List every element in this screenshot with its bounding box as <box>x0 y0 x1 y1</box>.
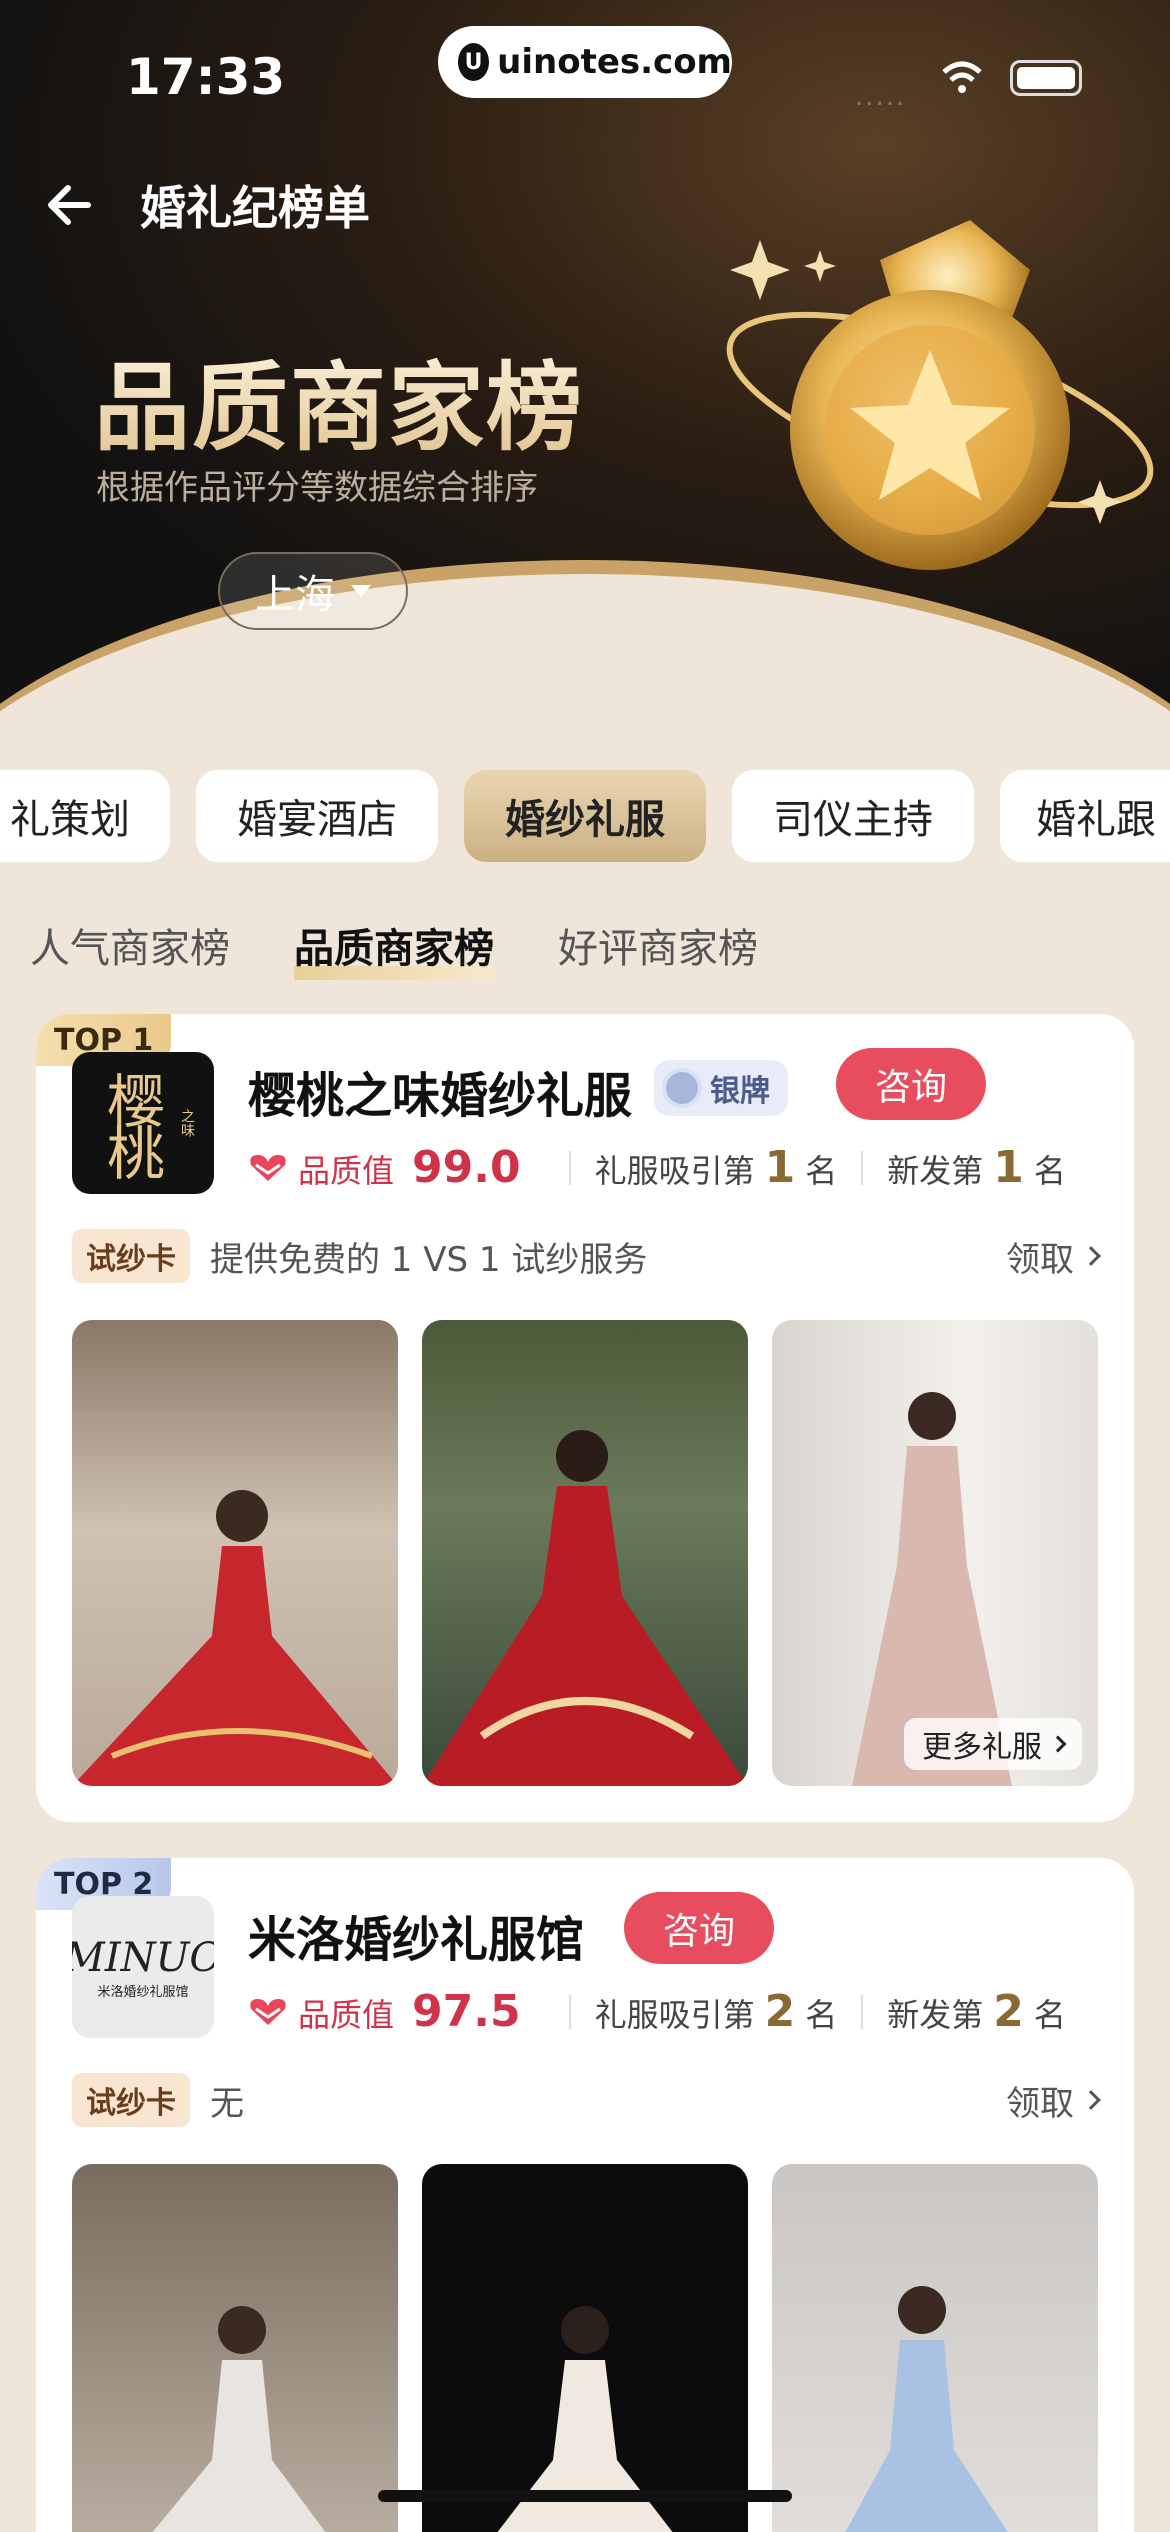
dress-photo[interactable] <box>422 2164 748 2532</box>
logo-small-text: 之味 <box>179 1109 195 1137</box>
new-suffix: 名 <box>1033 1996 1066 2034</box>
city-selector[interactable]: 上海 <box>218 552 408 630</box>
dress-photos: 更多礼服 <box>72 1320 1098 1786</box>
status-bar: 17:33 U uinotes.com ..... <box>0 0 1170 150</box>
nav-bar: 婚礼纪榜单 <box>40 170 370 240</box>
claim-label: 领取 <box>1006 2083 1074 2124</box>
silver-medal-icon <box>662 1068 702 1108</box>
merchant-logo: MINUO 米洛婚纱礼服馆 <box>72 1896 214 2038</box>
dress-photo[interactable] <box>422 1320 748 1786</box>
chevron-right-icon <box>1049 1735 1067 1753</box>
new-prefix: 新发第 <box>887 1152 984 1190</box>
merchant-card[interactable]: TOP 1 樱桃 之味 樱桃之味婚纱礼服 银牌 咨询 品质值 99.0 礼服吸引… <box>36 1014 1134 1822</box>
clock: 17:33 <box>126 48 286 106</box>
tab-wedding-dress[interactable]: 婚纱礼服 <box>464 770 706 862</box>
merchant-name[interactable]: 樱桃之味婚纱礼服 <box>248 1056 632 1126</box>
tab-host[interactable]: 司仪主持 <box>732 770 974 862</box>
attract-rank: 1 <box>764 1142 796 1193</box>
tab-wedding-follow[interactable]: 婚礼跟 <box>1000 770 1170 862</box>
merchant-name[interactable]: 米洛婚纱礼服馆 <box>248 1900 584 1970</box>
quality-value: 97.5 <box>412 1986 521 2037</box>
divider <box>568 1994 571 2029</box>
battery-icon <box>1010 60 1082 96</box>
new-rank: 2 <box>993 1986 1024 2037</box>
trial-card-tag: 试纱卡 <box>72 1229 190 1283</box>
dress-photo[interactable] <box>772 2164 1098 2532</box>
ranking-sub-tabs: 人气商家榜 品质商家榜 好评商家榜 <box>30 916 758 982</box>
blue-gown-illustration <box>845 2286 1008 2532</box>
divider <box>861 1994 864 2029</box>
quality-value: 99.0 <box>412 1142 521 1193</box>
logo-text: MINUO <box>72 1934 214 1981</box>
tier-label: 银牌 <box>710 1074 770 1109</box>
url-pill: U uinotes.com <box>438 26 732 98</box>
red-gown-illustration <box>422 1430 748 1786</box>
hero-subtitle: 根据作品评分等数据综合排序 <box>96 468 538 508</box>
attract-prefix: 礼服吸引第 <box>594 1152 755 1190</box>
city-label: 上海 <box>255 572 335 618</box>
dress-photo[interactable] <box>72 1320 398 1786</box>
logo-text: 樱桃 <box>97 1071 165 1175</box>
claim-link[interactable]: 领取 <box>1006 1232 1101 1281</box>
merchant-card[interactable]: TOP 2 MINUO 米洛婚纱礼服馆 米洛婚纱礼服馆 咨询 品质值 97.5 … <box>36 1858 1134 2532</box>
merchant-logo: 樱桃 之味 <box>72 1052 214 1194</box>
quality-label: 品质值 <box>298 1152 395 1190</box>
logo-small-text: 米洛婚纱礼服馆 <box>97 1984 189 2000</box>
hero-title: 品质商家榜 <box>94 330 584 469</box>
divider <box>568 1150 571 1185</box>
merchant-stats: 品质值 97.5 礼服吸引第 2 名 新发第 2 名 <box>248 1986 1066 2037</box>
tab-popular[interactable]: 人气商家榜 <box>30 916 230 982</box>
chevron-right-icon <box>1081 1246 1101 1266</box>
dress-photo[interactable]: 更多礼服 <box>772 1320 1098 1786</box>
trial-card-text: 无 <box>210 2083 244 2124</box>
tab-banquet-hotel[interactable]: 婚宴酒店 <box>196 770 438 862</box>
dress-photo[interactable] <box>72 2164 398 2532</box>
more-dresses-button[interactable]: 更多礼服 <box>904 1718 1082 1770</box>
wifi-icon <box>942 61 982 93</box>
hero-banner: 17:33 U uinotes.com ..... 婚礼纪榜单 品质商家榜 根据… <box>0 0 1170 720</box>
attract-prefix: 礼服吸引第 <box>594 1996 755 2034</box>
quality-label: 品质值 <box>298 1996 395 2034</box>
claim-label: 领取 <box>1006 1239 1074 1280</box>
back-arrow-icon[interactable] <box>40 175 100 235</box>
page-title: 婚礼纪榜单 <box>140 181 370 235</box>
chevron-right-icon <box>1081 2090 1101 2110</box>
attract-suffix: 名 <box>805 1152 838 1190</box>
quality-heart-icon <box>250 1998 286 2025</box>
divider <box>861 1150 864 1185</box>
new-suffix: 名 <box>1033 1152 1066 1190</box>
trial-card-row: 试纱卡 提供免费的 1 VS 1 试纱服务 领取 <box>72 1228 1101 1284</box>
merchant-stats: 品质值 99.0 礼服吸引第 1 名 新发第 1 名 <box>248 1142 1066 1193</box>
tier-badge: 银牌 <box>654 1060 788 1116</box>
home-indicator[interactable] <box>378 2490 792 2502</box>
category-tabs: 礼策划 婚宴酒店 婚纱礼服 司仪主持 婚礼跟 <box>0 770 1170 862</box>
trial-card-tag: 试纱卡 <box>72 2073 190 2127</box>
uinotes-logo-icon: U <box>458 43 490 81</box>
medal-illustration <box>726 220 1154 570</box>
trial-card-text: 提供免费的 1 VS 1 试纱服务 <box>210 1239 648 1280</box>
white-gown-illustration <box>152 2306 326 2532</box>
dress-photos <box>72 2164 1098 2532</box>
caret-down-icon <box>351 585 371 597</box>
trial-card-row: 试纱卡 无 领取 <box>72 2072 1101 2128</box>
signal-icon: ..... <box>855 82 907 112</box>
more-label: 更多礼服 <box>922 1730 1042 1765</box>
new-rank: 1 <box>993 1142 1024 1193</box>
claim-link[interactable]: 领取 <box>1006 2076 1101 2125</box>
new-prefix: 新发第 <box>887 1996 984 2034</box>
quality-heart-icon <box>250 1154 286 1181</box>
consult-button[interactable]: 咨询 <box>624 1892 774 1964</box>
tab-wedding-planning[interactable]: 礼策划 <box>0 770 170 862</box>
attract-rank: 2 <box>764 1986 796 2037</box>
consult-button[interactable]: 咨询 <box>836 1048 986 1120</box>
red-gown-illustration <box>72 1490 398 1786</box>
url-text: uinotes.com <box>497 42 732 82</box>
tab-quality[interactable]: 品质商家榜 <box>294 916 494 982</box>
tab-reviews[interactable]: 好评商家榜 <box>558 916 758 982</box>
attract-suffix: 名 <box>805 1996 838 2034</box>
